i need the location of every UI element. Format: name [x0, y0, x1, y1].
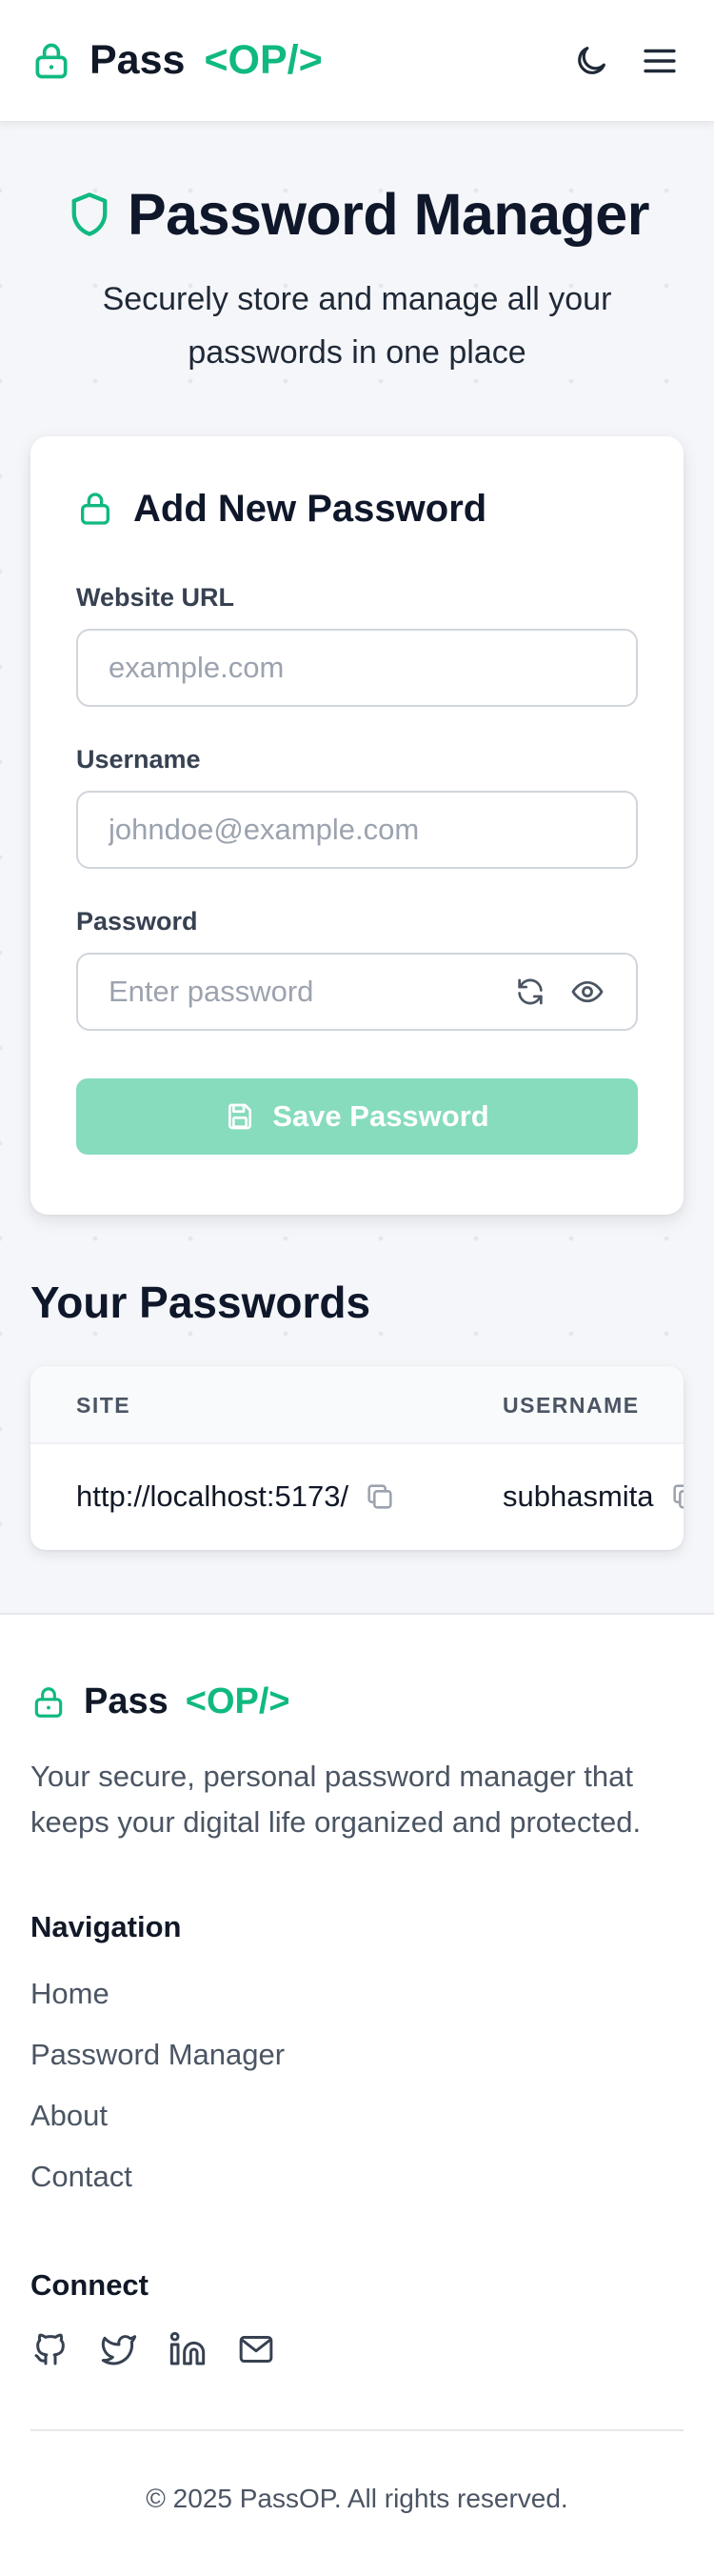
connect-heading: Connect — [30, 2268, 149, 2302]
your-passwords-heading: Your Passwords — [30, 1278, 371, 1327]
password-input[interactable] — [109, 975, 491, 1009]
refresh-icon[interactable] — [512, 974, 548, 1010]
footer-description: Your secure, personal password manager t… — [30, 1760, 642, 1839]
lock-icon — [30, 1684, 67, 1721]
add-password-card: Add New Password Website URL Username Pa… — [30, 436, 684, 1215]
brand-name: Pass — [89, 37, 186, 83]
footer-brand[interactable]: Pass <OP/> — [30, 1681, 290, 1722]
theme-toggle-button[interactable] — [567, 37, 615, 85]
github-icon[interactable] — [30, 2329, 70, 2369]
linkedin-icon[interactable] — [168, 2329, 208, 2369]
save-password-label: Save Password — [272, 1099, 489, 1133]
footer-brand-accent: <OP/> — [185, 1681, 290, 1721]
site-cell: http://localhost:5173/ — [76, 1444, 396, 1549]
footer-link-contact[interactable]: Contact — [30, 2146, 285, 2207]
footer-link-about[interactable]: About — [30, 2085, 285, 2146]
hero-section: Password Manager Securely store and mana… — [0, 181, 714, 379]
hero-title-row: Password Manager — [0, 181, 714, 248]
site-value: http://localhost:5173/ — [76, 1479, 349, 1513]
lock-icon — [30, 40, 72, 82]
column-header-site[interactable]: SITE — [76, 1366, 130, 1444]
copyright-text: © 2025 PassOP. All rights reserved. — [146, 2484, 568, 2513]
save-icon — [225, 1101, 255, 1132]
card-header: Add New Password — [76, 482, 638, 535]
footer-divider — [30, 2429, 684, 2431]
website-url-field[interactable] — [76, 629, 638, 707]
website-url-input[interactable] — [109, 651, 605, 685]
copy-icon[interactable] — [364, 1480, 396, 1513]
lock-icon — [76, 490, 114, 528]
footer-link-home[interactable]: Home — [30, 1963, 285, 2024]
mail-icon[interactable] — [236, 2329, 276, 2369]
password-field[interactable] — [76, 953, 638, 1031]
footer-brand-name: Pass — [84, 1681, 169, 1721]
save-password-button[interactable]: Save Password — [76, 1078, 638, 1155]
header-actions — [546, 37, 684, 85]
navigation-heading: Navigation — [30, 1910, 182, 1943]
table-header: SITE USERNAME — [30, 1366, 684, 1444]
hamburger-menu-icon — [640, 41, 680, 81]
username-input[interactable] — [109, 813, 605, 847]
eye-icon[interactable] — [569, 974, 605, 1010]
footer-navigation: Home Password Manager About Contact — [30, 1963, 285, 2207]
shield-icon — [65, 190, 114, 239]
username-label: Username — [76, 745, 201, 774]
page-title: Password Manager — [128, 182, 649, 247]
website-url-label: Website URL — [76, 583, 235, 612]
brand-logo[interactable]: Pass <OP/> — [30, 37, 323, 84]
password-actions — [491, 974, 605, 1010]
passwords-table: SITE USERNAME http://localhost:5173/ sub… — [30, 1366, 684, 1550]
password-label: Password — [76, 907, 198, 936]
brand-accent: <OP/> — [204, 37, 323, 83]
username-value: subhasmita — [503, 1479, 654, 1513]
column-header-username[interactable]: USERNAME — [503, 1366, 640, 1444]
copy-icon[interactable] — [669, 1480, 684, 1513]
page-subtitle: Securely store and manage all your passw… — [102, 281, 612, 371]
username-cell: subhasmita — [503, 1444, 684, 1549]
social-links — [30, 2329, 305, 2369]
username-field[interactable] — [76, 791, 638, 869]
site-footer: Pass <OP/> Your secure, personal passwor… — [0, 1613, 714, 2576]
top-navbar: Pass <OP/> — [0, 0, 714, 122]
table-row: http://localhost:5173/ subhasmita — [30, 1444, 684, 1549]
footer-link-password-manager[interactable]: Password Manager — [30, 2024, 285, 2085]
moon-icon — [572, 42, 610, 80]
twitter-icon[interactable] — [99, 2329, 139, 2369]
menu-button[interactable] — [636, 37, 684, 85]
card-title: Add New Password — [133, 487, 487, 530]
